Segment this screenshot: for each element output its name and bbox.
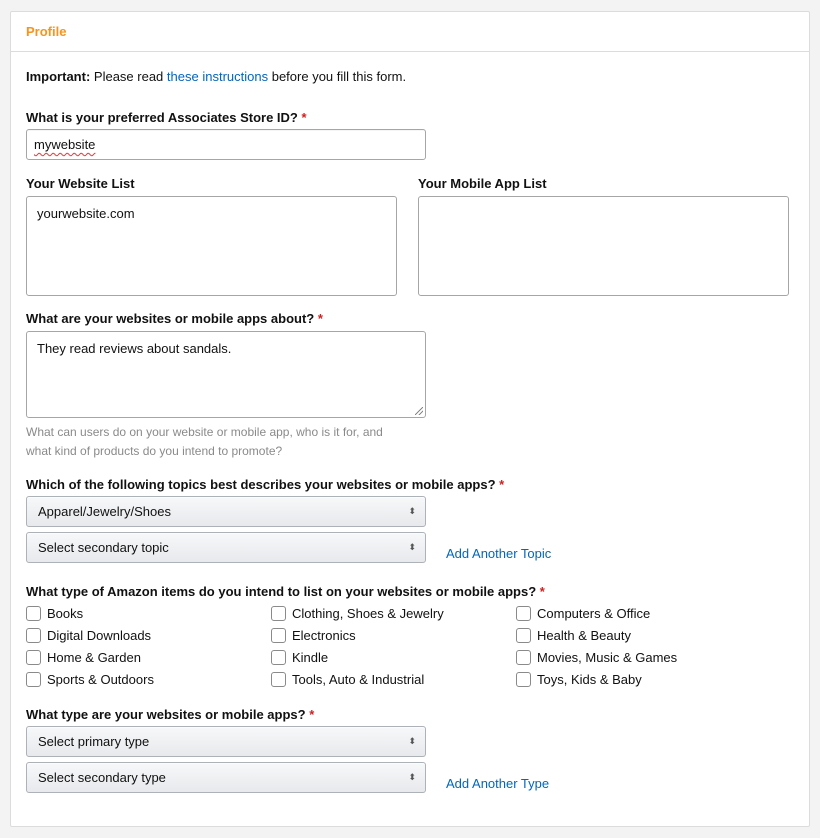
checkbox-icon[interactable] — [26, 671, 41, 687]
checkbox-icon[interactable] — [26, 649, 41, 665]
checkbox-icon[interactable] — [516, 671, 531, 687]
website-list-label: Your Website List — [26, 176, 135, 191]
about-textarea[interactable]: They read reviews about sandals. — [26, 331, 426, 418]
notice-text-before: Please read — [93, 69, 164, 84]
about-label-text: What are your websites or mobile apps ab… — [26, 311, 315, 326]
select-arrows-icon: ⬍ — [408, 772, 416, 782]
select-arrows-icon: ⬍ — [408, 542, 416, 552]
store-id-value: mywebsite — [34, 137, 96, 152]
secondary-type-value: Select secondary type — [38, 770, 166, 785]
select-arrows-icon: ⬍ — [408, 736, 416, 746]
item-checkbox-electronics[interactable]: Electronics — [271, 626, 444, 644]
item-checkbox-movies[interactable]: Movies, Music & Games — [516, 648, 677, 666]
required-marker: * — [317, 311, 323, 326]
item-checkbox-books[interactable]: Books — [26, 604, 154, 622]
checkbox-icon[interactable] — [516, 649, 531, 665]
required-marker: * — [499, 477, 505, 492]
notice-prefix: Important: — [26, 69, 91, 84]
checkbox-label: Kindle — [292, 649, 329, 665]
important-notice: Important: Please read these instruction… — [26, 69, 406, 84]
checkbox-icon[interactable] — [271, 649, 286, 665]
items-column-3: Computers & Office Health & Beauty Movie… — [516, 604, 677, 688]
about-value: They read reviews about sandals. — [37, 341, 232, 356]
resize-grip-icon[interactable] — [415, 407, 423, 415]
checkbox-icon[interactable] — [26, 605, 41, 621]
checkbox-icon[interactable] — [26, 627, 41, 643]
store-id-label-text: What is your preferred Associates Store … — [26, 110, 298, 125]
types-label-text: What type are your websites or mobile ap… — [26, 707, 306, 722]
item-checkbox-clothing[interactable]: Clothing, Shoes & Jewelry — [271, 604, 444, 622]
notice-text-after: before you fill this form. — [271, 69, 407, 84]
store-id-label: What is your preferred Associates Store … — [26, 110, 307, 125]
item-checkbox-home-garden[interactable]: Home & Garden — [26, 648, 154, 666]
item-checkbox-digital-downloads[interactable]: Digital Downloads — [26, 626, 154, 644]
about-label: What are your websites or mobile apps ab… — [26, 311, 323, 326]
primary-topic-select[interactable]: Apparel/Jewelry/Shoes ⬍ — [26, 496, 426, 527]
item-checkbox-kindle[interactable]: Kindle — [271, 648, 444, 666]
item-checkbox-toys[interactable]: Toys, Kids & Baby — [516, 670, 677, 688]
about-help-line-1: What can users do on your website or mob… — [26, 425, 383, 439]
items-label: What type of Amazon items do you intend … — [26, 584, 545, 599]
types-label: What type are your websites or mobile ap… — [26, 707, 314, 722]
website-list-textarea[interactable]: yourwebsite.com — [26, 196, 397, 296]
item-checkbox-sports-outdoors[interactable]: Sports & Outdoors — [26, 670, 154, 688]
about-help-line-2: what kind of products do you intend to p… — [26, 444, 283, 458]
checkbox-label: Tools, Auto & Industrial — [292, 671, 425, 687]
checkbox-icon[interactable] — [271, 605, 286, 621]
items-label-text: What type of Amazon items do you intend … — [26, 584, 537, 599]
website-list-value: yourwebsite.com — [37, 206, 135, 221]
add-another-topic-link[interactable]: Add Another Topic — [446, 546, 551, 561]
item-checkbox-tools[interactable]: Tools, Auto & Industrial — [271, 670, 444, 688]
required-marker: * — [309, 707, 315, 722]
select-arrows-icon: ⬍ — [408, 506, 416, 516]
required-marker: * — [301, 110, 307, 125]
primary-type-value: Select primary type — [38, 734, 150, 749]
panel-header: Profile — [11, 12, 809, 52]
item-checkbox-computers[interactable]: Computers & Office — [516, 604, 677, 622]
checkbox-label: Toys, Kids & Baby — [537, 671, 642, 687]
checkbox-label: Computers & Office — [537, 605, 651, 621]
items-column-2: Clothing, Shoes & Jewelry Electronics Ki… — [271, 604, 444, 688]
checkbox-icon[interactable] — [516, 627, 531, 643]
add-another-type-link[interactable]: Add Another Type — [446, 776, 549, 791]
profile-panel: Profile Important: Please read these ins… — [10, 11, 810, 827]
checkbox-label: Books — [47, 605, 84, 621]
secondary-topic-value: Select secondary topic — [38, 540, 169, 555]
checkbox-label: Digital Downloads — [47, 627, 152, 643]
panel-title: Profile — [26, 24, 67, 39]
checkbox-label: Movies, Music & Games — [537, 649, 678, 665]
checkbox-icon[interactable] — [271, 671, 286, 687]
items-column-1: Books Digital Downloads Home & Garden Sp… — [26, 604, 154, 688]
store-id-input[interactable]: mywebsite — [26, 129, 426, 160]
mobile-app-list-textarea[interactable] — [418, 196, 789, 296]
topics-label: Which of the following topics best descr… — [26, 477, 504, 492]
instructions-link[interactable]: these instructions — [167, 69, 268, 84]
checkbox-label: Home & Garden — [47, 649, 141, 665]
about-help-text: What can users do on your website or mob… — [26, 423, 383, 461]
secondary-topic-select[interactable]: Select secondary topic ⬍ — [26, 532, 426, 563]
secondary-type-select[interactable]: Select secondary type ⬍ — [26, 762, 426, 793]
primary-topic-value: Apparel/Jewelry/Shoes — [38, 504, 171, 519]
required-marker: * — [539, 584, 545, 599]
mobile-app-list-label: Your Mobile App List — [418, 176, 547, 191]
checkbox-label: Health & Beauty — [537, 627, 631, 643]
checkbox-icon[interactable] — [516, 605, 531, 621]
checkbox-label: Sports & Outdoors — [47, 671, 154, 687]
primary-type-select[interactable]: Select primary type ⬍ — [26, 726, 426, 757]
checkbox-label: Electronics — [292, 627, 356, 643]
checkbox-label: Clothing, Shoes & Jewelry — [292, 605, 444, 621]
checkbox-icon[interactable] — [271, 627, 286, 643]
item-checkbox-health-beauty[interactable]: Health & Beauty — [516, 626, 677, 644]
topics-label-text: Which of the following topics best descr… — [26, 477, 496, 492]
